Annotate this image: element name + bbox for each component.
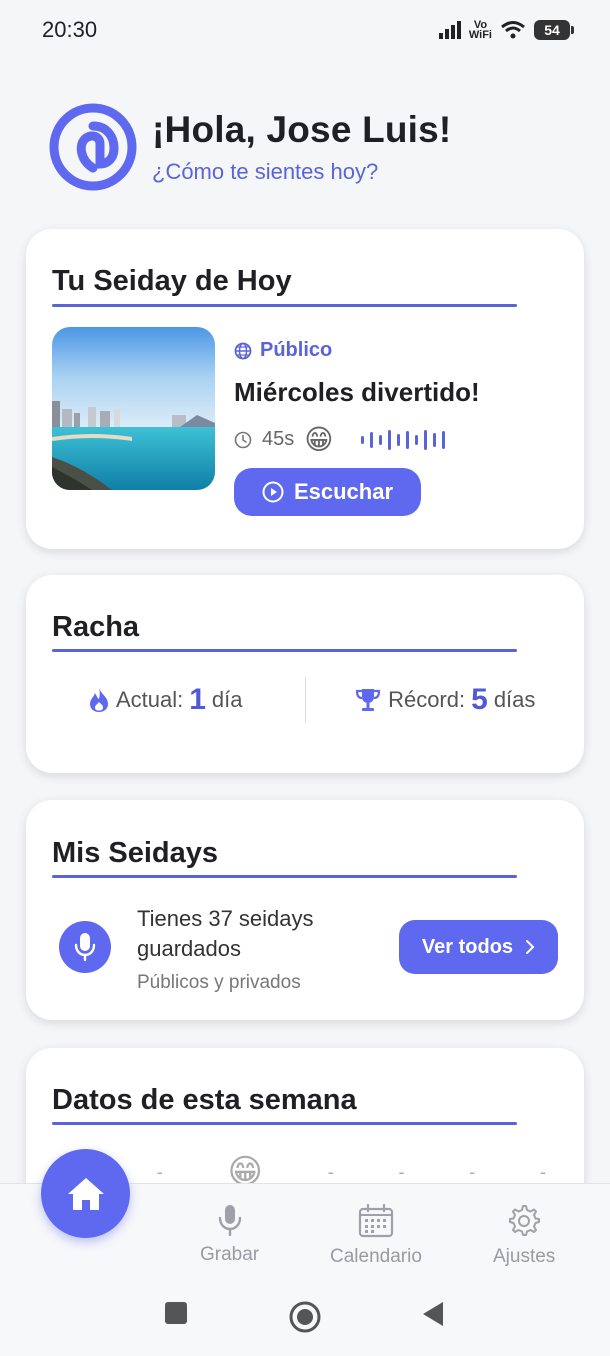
record-streak-value: 5 — [471, 683, 488, 716]
week-day-mark: - — [539, 1161, 546, 1182]
see-all-button[interactable]: Ver todos — [399, 920, 558, 974]
nav-settings[interactable]: Ajustes — [493, 1204, 555, 1268]
saved-count-text: Tienes 37 seidays guardados — [137, 906, 314, 961]
home-system-icon[interactable] — [289, 1301, 321, 1333]
title-underline — [52, 1122, 517, 1125]
vowifi-label-bottom: WiFi — [468, 29, 492, 41]
seiday-thumbnail-image[interactable] — [52, 327, 215, 490]
calendar-icon — [358, 1204, 394, 1238]
streak-stats: Actual: 1 día Récord: 5 días — [26, 675, 584, 725]
weekly-data-title: Datos de esta semana — [52, 1084, 357, 1116]
week-day-mark: - — [398, 1161, 405, 1182]
nav-record[interactable]: Grabar — [200, 1204, 259, 1266]
listen-button[interactable]: Escuchar — [234, 468, 421, 516]
current-streak: Actual: 1 día — [26, 683, 305, 717]
status-time: 20:30 — [42, 17, 98, 42]
nav-record-label: Grabar — [200, 1244, 260, 1265]
my-seidays-card: Mis Seidays Tienes 37 seidays guardados … — [26, 800, 584, 1020]
wifi-icon — [501, 21, 525, 39]
streak-card-title: Racha — [52, 611, 140, 643]
header: ¡Hola, Jose Luis! ¿Cómo te sientes hoy? — [48, 102, 451, 192]
streak-card: Racha Actual: 1 día Récord: 5 días — [26, 575, 584, 773]
listen-label: Escuchar — [293, 479, 394, 504]
seiday-meta: 45s 😁 — [234, 423, 446, 456]
current-streak-value: 1 — [189, 683, 206, 716]
seiday-title: Miércoles divertido! — [234, 377, 480, 407]
cell-signal-icon — [438, 21, 461, 39]
mood-emoji: 😁 — [304, 424, 334, 455]
play-icon — [262, 481, 284, 503]
visibility-label: Público — [260, 339, 333, 361]
vowifi-indicator: Vo WiFi — [468, 20, 492, 41]
duration-label: 45s — [262, 428, 295, 450]
nav-calendar-label: Calendario — [330, 1246, 422, 1267]
microphone-icon — [218, 1205, 241, 1236]
week-day-mark: - — [327, 1161, 334, 1182]
greeting-title: ¡Hola, Jose Luis! — [152, 109, 452, 150]
status-icons: Vo WiFi 54 — [438, 20, 574, 41]
home-icon — [67, 1177, 104, 1210]
gear-icon — [509, 1205, 541, 1236]
see-all-label: Ver todos — [421, 935, 514, 958]
clock-icon — [234, 431, 252, 448]
audio-waveform-icon — [361, 429, 446, 450]
my-seidays-title: Mis Seidays — [52, 837, 219, 869]
title-underline — [52, 875, 517, 878]
nav-settings-label: Ajustes — [493, 1246, 556, 1267]
app-logo-icon — [49, 103, 137, 191]
week-day-mark: - — [469, 1161, 476, 1182]
record-streak: Récord: 5 días — [306, 683, 585, 717]
flame-icon — [89, 688, 108, 712]
system-nav-bar — [0, 1283, 610, 1356]
today-card-title: Tu Seiday de Hoy — [52, 265, 292, 297]
title-underline — [52, 649, 517, 652]
record-streak-unit: días — [493, 687, 536, 712]
home-button[interactable] — [41, 1149, 130, 1238]
trophy-icon — [355, 689, 381, 711]
week-day-mark: - — [156, 1161, 163, 1182]
battery-level: 54 — [544, 22, 560, 38]
battery-icon: 54 — [534, 20, 574, 40]
record-streak-label: Récord: — [388, 687, 466, 712]
today-seiday-card: Tu Seiday de Hoy Público Miércoles diver… — [26, 229, 584, 549]
saved-subtext: Públicos y privados — [137, 972, 301, 993]
back-icon[interactable] — [422, 1301, 444, 1327]
microphone-icon — [59, 921, 111, 973]
recents-icon[interactable] — [164, 1301, 188, 1325]
globe-icon — [234, 342, 252, 359]
status-bar: 20:30 Vo WiFi 54 — [0, 0, 610, 60]
chevron-right-icon — [526, 940, 535, 954]
visibility-badge: Público — [234, 339, 332, 362]
current-streak-label: Actual: — [115, 687, 184, 712]
current-streak-unit: día — [211, 687, 243, 712]
title-underline — [52, 304, 517, 307]
nav-calendar[interactable]: Calendario — [330, 1204, 422, 1268]
mood-prompt-link[interactable]: ¿Cómo te sientes hoy? — [152, 159, 451, 185]
